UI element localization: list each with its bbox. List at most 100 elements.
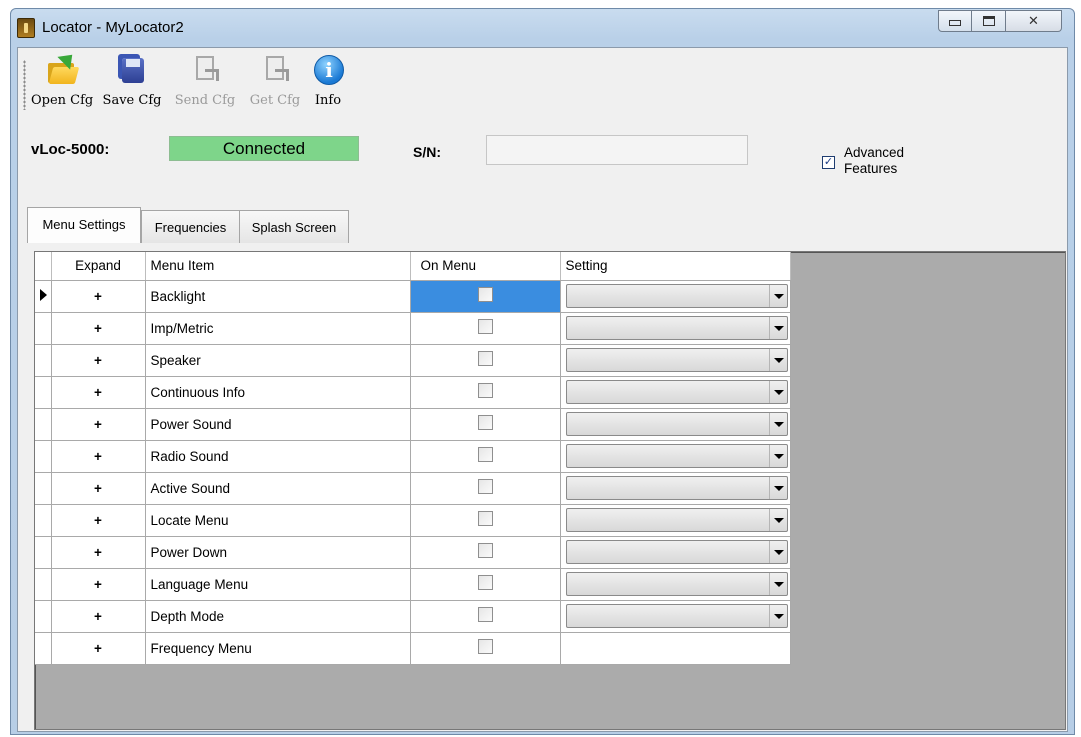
advanced-features-checkbox[interactable]: ✓ Advanced Features — [822, 145, 924, 177]
on-menu-checkbox[interactable] — [477, 543, 493, 558]
expand-button[interactable]: + — [51, 344, 146, 377]
on-menu-checkbox[interactable] — [477, 287, 493, 302]
expand-button[interactable]: + — [51, 504, 146, 537]
table-row[interactable]: + Depth Mode — [35, 600, 791, 633]
table-row[interactable]: + Imp/Metric — [35, 312, 791, 345]
tab-frequencies[interactable]: Frequencies — [141, 210, 240, 243]
setting-dropdown[interactable] — [565, 540, 788, 564]
menu-item-cell[interactable]: Language Menu — [145, 568, 411, 601]
info-button[interactable]: i Info — [308, 53, 348, 115]
menu-item-cell[interactable]: Power Down — [145, 536, 411, 569]
chevron-down-icon[interactable] — [768, 381, 787, 403]
row-header[interactable] — [35, 632, 52, 665]
on-menu-cell[interactable] — [410, 312, 561, 345]
expand-button[interactable]: + — [51, 632, 146, 665]
close-button[interactable]: ✕ — [1006, 10, 1062, 32]
expand-button[interactable]: + — [51, 536, 146, 569]
chevron-down-icon[interactable] — [768, 573, 787, 595]
row-header[interactable] — [35, 568, 52, 601]
setting-dropdown[interactable] — [565, 508, 788, 532]
menu-item-cell[interactable]: Power Sound — [145, 408, 411, 441]
chevron-down-icon[interactable] — [768, 541, 787, 563]
table-row[interactable]: + Power Down — [35, 536, 791, 569]
on-menu-checkbox[interactable] — [477, 319, 493, 334]
on-menu-checkbox[interactable] — [477, 511, 493, 526]
setting-dropdown[interactable] — [565, 604, 788, 628]
minimize-button[interactable] — [938, 10, 972, 32]
expand-button[interactable]: + — [51, 568, 146, 601]
expand-button[interactable]: + — [51, 408, 146, 441]
setting-cell[interactable] — [560, 312, 791, 345]
menu-item-cell[interactable]: Imp/Metric — [145, 312, 411, 345]
app-icon[interactable] — [17, 18, 35, 38]
get-cfg-button[interactable]: Get Cfg — [245, 53, 305, 115]
row-header[interactable] — [35, 344, 52, 377]
on-menu-checkbox[interactable] — [477, 575, 493, 590]
chevron-down-icon[interactable] — [768, 605, 787, 627]
on-menu-cell[interactable] — [410, 536, 561, 569]
on-menu-cell[interactable] — [410, 408, 561, 441]
table-row[interactable]: + Radio Sound — [35, 440, 791, 473]
on-menu-cell[interactable] — [410, 632, 561, 665]
expand-button[interactable]: + — [51, 376, 146, 409]
on-menu-checkbox[interactable] — [477, 383, 493, 398]
on-menu-checkbox[interactable] — [477, 639, 493, 654]
chevron-down-icon[interactable] — [768, 509, 787, 531]
setting-cell[interactable] — [560, 280, 791, 313]
setting-dropdown[interactable] — [565, 412, 788, 436]
column-header-menu-item[interactable]: Menu Item — [145, 252, 411, 281]
row-header[interactable] — [35, 312, 52, 345]
row-header-corner[interactable] — [35, 252, 52, 281]
on-menu-cell[interactable] — [410, 600, 561, 633]
on-menu-checkbox[interactable] — [477, 415, 493, 430]
on-menu-cell[interactable] — [410, 376, 561, 409]
tab-splash-screen[interactable]: Splash Screen — [239, 210, 349, 243]
setting-cell[interactable] — [560, 376, 791, 409]
menu-item-cell[interactable]: Active Sound — [145, 472, 411, 505]
row-header[interactable] — [35, 472, 52, 505]
expand-button[interactable]: + — [51, 440, 146, 473]
setting-cell[interactable] — [560, 472, 791, 505]
setting-cell[interactable] — [560, 408, 791, 441]
table-row[interactable]: + Active Sound — [35, 472, 791, 505]
chevron-down-icon[interactable] — [768, 349, 787, 371]
chevron-down-icon[interactable] — [768, 317, 787, 339]
setting-cell[interactable] — [560, 568, 791, 601]
chevron-down-icon[interactable] — [768, 413, 787, 435]
row-header[interactable] — [35, 376, 52, 409]
chevron-down-icon[interactable] — [768, 477, 787, 499]
send-cfg-button[interactable]: Send Cfg — [171, 53, 239, 115]
on-menu-checkbox[interactable] — [477, 479, 493, 494]
table-row[interactable]: + Language Menu — [35, 568, 791, 601]
column-header-setting[interactable]: Setting — [560, 252, 791, 281]
menu-item-cell[interactable]: Continuous Info — [145, 376, 411, 409]
save-cfg-button[interactable]: Save Cfg — [100, 53, 164, 115]
setting-dropdown[interactable] — [565, 444, 788, 468]
expand-button[interactable]: + — [51, 472, 146, 505]
table-row[interactable]: + Continuous Info — [35, 376, 791, 409]
setting-cell[interactable] — [560, 440, 791, 473]
title-bar[interactable]: Locator - MyLocator2 ✕ — [11, 9, 1074, 47]
column-header-expand[interactable]: Expand — [51, 252, 146, 281]
table-row[interactable]: + Locate Menu — [35, 504, 791, 537]
on-menu-cell[interactable] — [410, 568, 561, 601]
maximize-button[interactable] — [972, 10, 1006, 32]
on-menu-checkbox[interactable] — [477, 447, 493, 462]
menu-item-cell[interactable]: Backlight — [145, 280, 411, 313]
on-menu-cell[interactable] — [410, 472, 561, 505]
setting-dropdown[interactable] — [565, 316, 788, 340]
table-row[interactable]: + Speaker — [35, 344, 791, 377]
row-header[interactable] — [35, 280, 52, 313]
row-header[interactable] — [35, 408, 52, 441]
setting-dropdown[interactable] — [565, 348, 788, 372]
menu-item-cell[interactable]: Speaker — [145, 344, 411, 377]
on-menu-checkbox[interactable] — [477, 607, 493, 622]
setting-dropdown[interactable] — [565, 476, 788, 500]
setting-dropdown[interactable] — [565, 380, 788, 404]
setting-cell[interactable] — [560, 344, 791, 377]
tab-menu-settings[interactable]: Menu Settings — [27, 207, 141, 243]
menu-item-cell[interactable]: Frequency Menu — [145, 632, 411, 665]
row-header[interactable] — [35, 440, 52, 473]
expand-button[interactable]: + — [51, 312, 146, 345]
serial-number-field[interactable] — [486, 135, 748, 165]
